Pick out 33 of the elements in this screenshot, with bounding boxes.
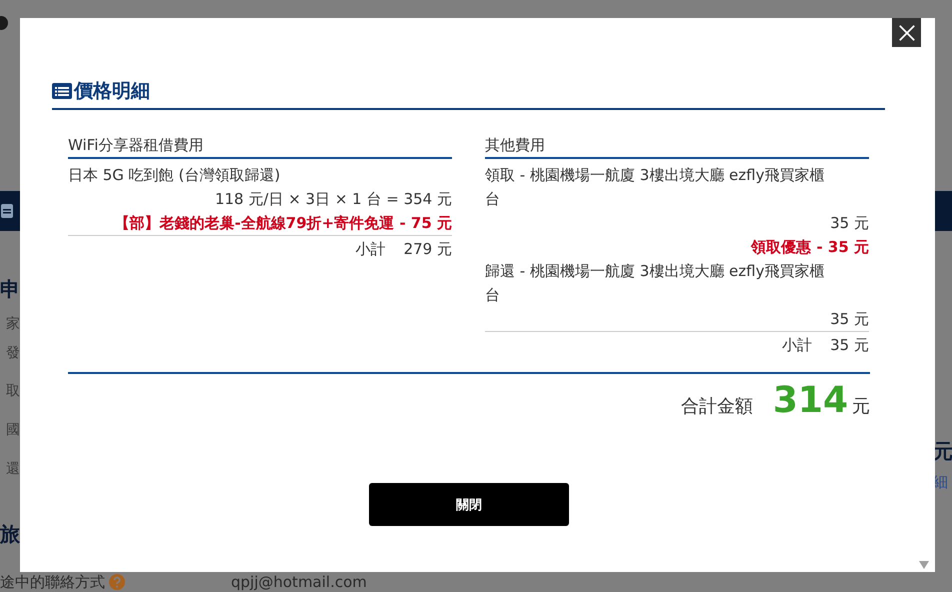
contact-label: 途中的聯絡方式 (0, 572, 105, 592)
fee-line: 歸還 - 桃園機場一航廈 3樓出境大廳 ezfly飛買家櫃台 (485, 261, 826, 306)
background-text: 家 (6, 315, 20, 334)
fee-line: 118 元/日 × 3日 × 1 台 = 354 元 (214, 189, 452, 210)
subtotal-label: 小計 (356, 239, 386, 260)
fee-line: 【部】老錢的老巢-全航線79折+寄件免運 - 75 元 (114, 213, 452, 234)
contact-value: qpjj@hotmail.com (231, 573, 367, 591)
background-text: 還 (6, 460, 20, 479)
scroll-down-icon[interactable] (919, 561, 929, 569)
close-icon (898, 24, 916, 42)
header-bar (935, 191, 952, 231)
close-button[interactable]: 關閉 (369, 483, 569, 526)
section-heading: WiFi分享器租借費用 (68, 134, 452, 159)
subtotal-value: 279 元 (404, 239, 452, 260)
background-text: 取 (6, 382, 20, 401)
total-label: 合計金額 (680, 395, 753, 418)
background-text: 國 (6, 421, 20, 440)
background-text: 申 (0, 277, 20, 301)
dialog-title: 價格明細 (74, 79, 150, 104)
background-text: 發 (6, 344, 20, 363)
fee-line: 日本 5G 吃到飽 (台灣領取歸還) (68, 165, 282, 186)
currency-unit: 元 (852, 395, 870, 418)
subtotal-label: 小計 (782, 335, 812, 356)
fee-line: 領取優惠 - 35 元 (750, 237, 869, 258)
subtotal-value: 35 元 (830, 335, 869, 356)
list-icon (52, 83, 72, 99)
background-text: 元 (933, 439, 952, 463)
fee-line: 35 元 (829, 309, 869, 330)
total-amount: 314 (772, 380, 848, 421)
fee-line: 35 元 (829, 213, 869, 234)
section-heading: 其他費用 (485, 134, 869, 159)
close-button[interactable] (892, 18, 921, 47)
fee-line: 領取 - 桃園機場一航廈 3樓出境大廳 ezfly飛買家櫃台 (485, 165, 826, 210)
